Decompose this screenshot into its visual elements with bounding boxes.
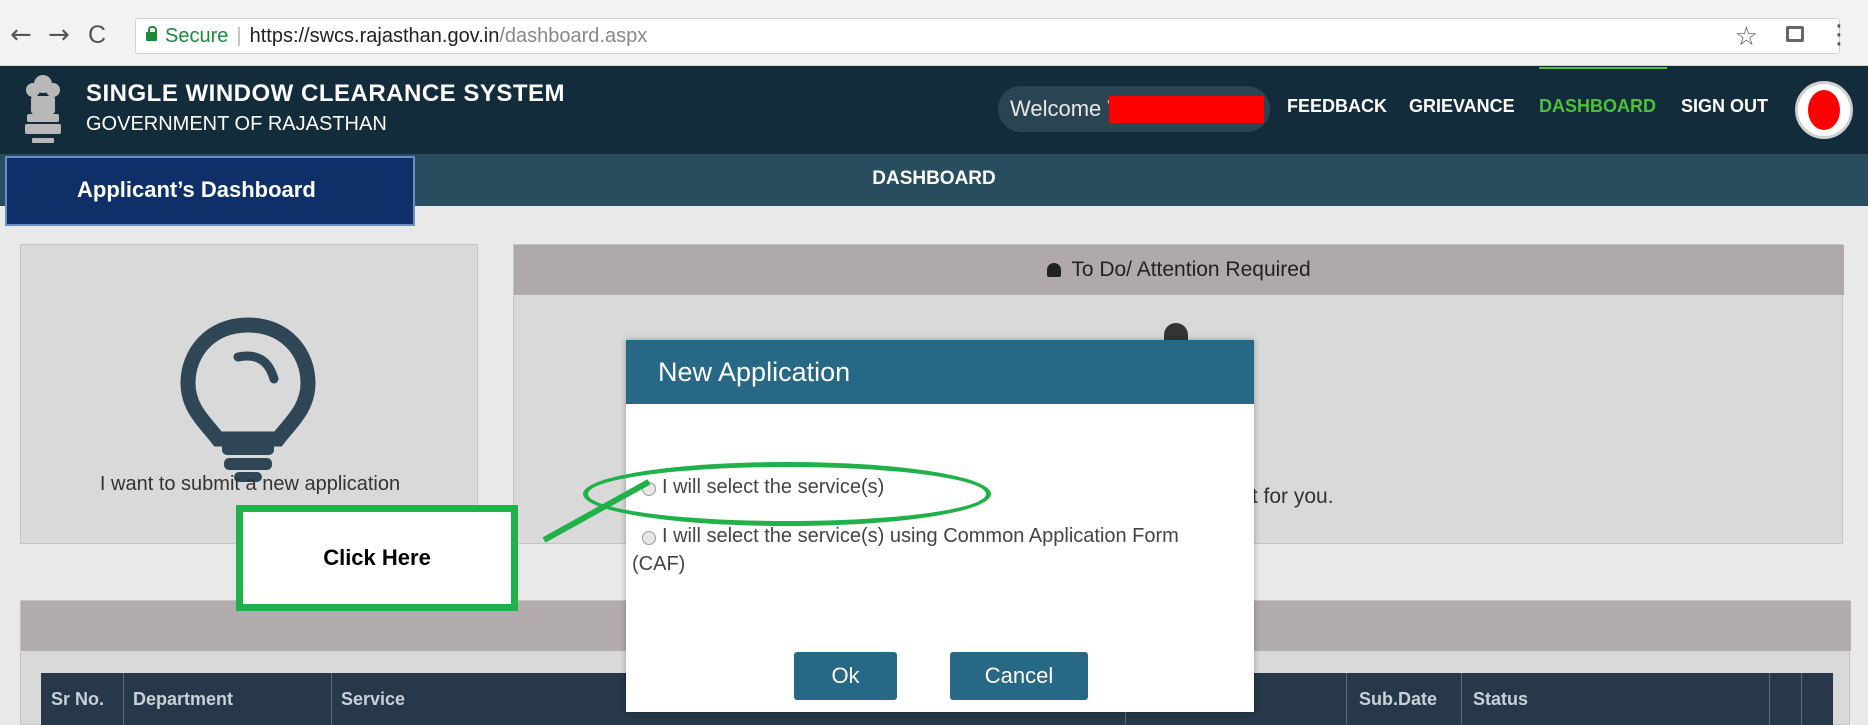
col-service: Service [341,689,406,709]
active-nav-indicator [1539,67,1667,69]
url-path: /dashboard.aspx [499,25,648,47]
col-status: Status [1473,689,1529,709]
ok-button[interactable]: Ok [794,652,897,700]
app-header: SINGLE WINDOW CLEARANCE SYSTEM GOVERNMEN… [0,66,1868,154]
url-separator: | [236,25,242,47]
todo-card-header: To Do/ Attention Required [514,245,1844,295]
url-host: https://swcs.rajasthan.gov.in [249,25,500,47]
col-sub-date: Sub.Date [1359,689,1438,709]
col-divider [331,673,332,725]
app-title: SINGLE WINDOW CLEARANCE SYSTEM [86,80,566,107]
bell-icon [1047,263,1062,277]
col-divider [123,673,124,725]
nav-sign-out[interactable]: SIGN OUT [1681,96,1768,117]
nav-grievance[interactable]: GRIEVANCE [1409,96,1515,117]
redacted-username [1109,96,1264,123]
user-avatar[interactable] [1795,81,1853,139]
new-application-modal: New Application I will select the servic… [626,340,1254,712]
lock-icon [146,26,157,41]
new-application-text: I want to submit a new application [99,473,401,495]
highlight-oval [583,462,991,526]
bookmark-star-icon[interactable]: ☆ [1735,22,1758,52]
modal-title: New Application [658,357,851,387]
welcome-text: Welcome V [1010,96,1123,121]
todo-title-text: To Do/ Attention Required [1071,258,1311,281]
col-department: Department [133,689,234,709]
option-caf-label[interactable]: I will select the service(s) using Commo… [662,522,1179,550]
col-sr-no: Sr No. [51,689,105,709]
new-application-card[interactable]: I want to submit a new application [20,244,478,544]
option-caf-label-continued[interactable]: (CAF) [632,550,685,578]
click-here-callout: Click Here [236,505,518,611]
extension-icon[interactable] [1786,26,1804,42]
cancel-button[interactable]: Cancel [950,652,1088,700]
modal-header: New Application [626,340,1254,404]
back-arrow-icon[interactable]: ← [10,22,32,48]
welcome-pill: Welcome V [998,86,1270,132]
col-divider [1769,673,1770,725]
reload-icon[interactable]: C [88,22,106,48]
col-divider [1346,673,1347,725]
forward-arrow-icon[interactable]: → [48,22,70,48]
radio-select-services-caf[interactable] [642,531,656,545]
applicant-dashboard-label: Applicant’s Dashboard [5,156,415,226]
address-bar[interactable]: Secure | https://swcs.rajasthan.gov.in/das… [135,18,1840,54]
app-subtitle: GOVERNMENT OF RAJASTHAN [86,113,387,135]
nav-dashboard[interactable]: DASHBOARD [1539,96,1656,117]
col-divider [1461,673,1462,725]
todo-title: To Do/ Attention Required [514,258,1844,282]
lightbulb-icon [180,317,316,482]
browser-menu-icon[interactable]: ⋮ [1826,20,1852,50]
state-emblem-icon [25,75,61,143]
col-divider [1801,673,1802,725]
nav-feedback[interactable]: FEEDBACK [1287,96,1387,117]
secure-label: Secure [165,25,229,47]
browser-toolbar: ← → C Secure | https://swcs.rajasthan.gov.… [0,0,1868,66]
